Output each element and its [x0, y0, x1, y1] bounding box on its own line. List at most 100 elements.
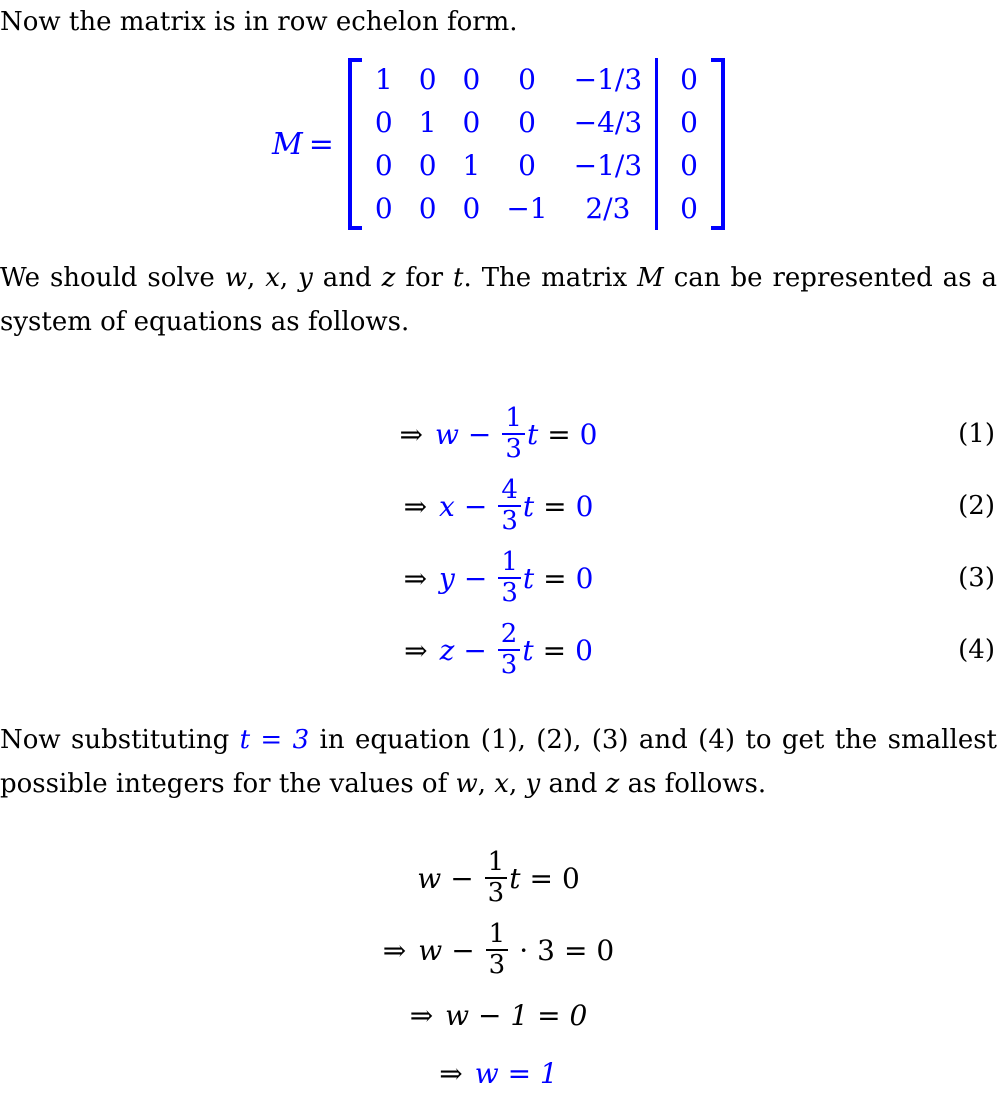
minus-operator: − — [467, 417, 492, 451]
matrix-augmented-cell: 0 — [655, 101, 711, 144]
equals-sign: = — [543, 489, 567, 523]
fraction: 1 3 — [485, 918, 509, 980]
matrix-cell: 0 — [518, 149, 536, 182]
equation-body: ⇒ y − 1 3 t = 0 — [403, 546, 594, 608]
matrix-cell: 0 — [374, 149, 393, 182]
equation-3: ⇒ y − 1 3 t = 0 (3) — [0, 542, 997, 614]
matrix-augmented-cell: 0 — [655, 187, 711, 230]
implies-arrow-icon: ⇒ — [399, 417, 423, 451]
text-segment: and — [540, 769, 606, 799]
text-segment: , — [477, 769, 495, 799]
implies-arrow-icon: ⇒ — [409, 998, 434, 1032]
equation-variable: z — [439, 633, 455, 667]
text-segment: as follows. — [619, 769, 767, 799]
variable-x: x — [265, 263, 280, 293]
equation-variable: y — [439, 561, 455, 595]
equation-body: ⇒ w − 1 3 t = 0 — [399, 402, 597, 464]
intro-paragraph: Now the matrix is in row echelon form. — [0, 7, 518, 37]
equals-sign: = — [542, 633, 567, 667]
fraction-numerator: 1 — [487, 846, 505, 877]
implies-arrow-icon: ⇒ — [382, 933, 407, 967]
variable-M: M — [637, 263, 664, 293]
text-segment: We should solve — [0, 263, 225, 293]
matrix-cell: 0 — [418, 63, 437, 96]
text-segment: Now substituting — [0, 725, 240, 755]
matrix-cell: 0 — [374, 192, 393, 225]
fraction-numerator: 1 — [505, 402, 522, 433]
matrix-cell: 0 — [462, 63, 481, 96]
document-page: Now the matrix is in row echelon form. M… — [0, 0, 997, 1090]
equation-body: w − 1 3 t = 0 — [417, 846, 580, 908]
fraction-denominator: 3 — [500, 650, 518, 680]
matrix-row: 0 0 0 −1 2/3 0 — [362, 187, 711, 230]
implies-arrow-icon: ⇒ — [403, 561, 428, 595]
text-segment: for — [395, 263, 454, 293]
matrix-cell: 1 — [418, 106, 437, 139]
fraction-denominator: 3 — [505, 434, 522, 464]
matrix-body: 1 0 0 0 −1/3 0 0 1 0 0 −4/3 0 0 0 1 0 −1… — [362, 58, 711, 230]
text-segment: . The matrix — [463, 263, 638, 293]
text-segment: and — [312, 263, 382, 293]
equation-rhs: 0 — [596, 933, 615, 967]
variable-z: z — [605, 769, 620, 799]
matrix-cell: 0 — [418, 149, 437, 182]
paragraph-solve-for-t: We should solve w, x, y and z for t. The… — [0, 256, 997, 344]
matrix-augmented-cell: 0 — [655, 144, 711, 187]
equals-sign: = — [547, 417, 571, 451]
minus-operator: − — [463, 489, 488, 523]
substitution-value: t = 3 — [239, 725, 310, 755]
variable-w: w — [224, 263, 247, 293]
text-segment: , — [508, 769, 526, 799]
final-result: w = 1 — [474, 1056, 558, 1090]
variable-w: w — [418, 933, 443, 967]
matrix-cell: 1 — [462, 149, 481, 182]
equation-rhs: 0 — [575, 489, 594, 523]
matrix-cell: −1/3 — [573, 63, 643, 96]
fraction: 1 3 — [498, 546, 521, 608]
matrix-augmented-cell: 0 — [655, 58, 711, 101]
implies-arrow-icon: ⇒ — [404, 633, 428, 667]
equation-tag: (2) — [958, 491, 995, 521]
fraction: 2 3 — [497, 620, 521, 680]
equation-tag: (1) — [958, 419, 995, 449]
matrix-cell: 0 — [374, 106, 393, 139]
derivation-line-2: ⇒ w − 1 3 · 3 = 0 — [0, 914, 997, 986]
variable-t: t — [509, 861, 521, 895]
matrix-cell: 0 — [418, 192, 437, 225]
fraction: 4 3 — [498, 474, 521, 536]
fraction-numerator: 1 — [488, 918, 506, 949]
matrix-cell: 0 — [462, 106, 481, 139]
minus-operator: − — [463, 561, 488, 595]
matrix-right-bracket — [710, 58, 725, 230]
variable-z: z — [381, 263, 396, 293]
equation-body: ⇒ z − 2 3 t = 0 — [404, 620, 593, 680]
derivation-line-1: w − 1 3 t = 0 — [0, 842, 997, 914]
matrix-cell: −4/3 — [573, 106, 643, 139]
fraction-denominator: 3 — [501, 506, 518, 536]
fraction: 1 3 — [502, 402, 525, 464]
multiplication-dot: · — [519, 933, 529, 967]
numbered-equation-list: ⇒ w − 1 3 t = 0 (1) ⇒ x − 4 3 t = 0 (2) … — [0, 398, 997, 686]
fraction-numerator: 1 — [501, 546, 518, 577]
equation-tag: (3) — [958, 563, 995, 593]
derivation-expression: w − 1 = 0 — [445, 998, 588, 1032]
equals-sign: = — [543, 561, 567, 595]
equation-rhs: 0 — [575, 633, 593, 667]
matrix-left-bracket — [347, 58, 362, 230]
variable-t: t — [526, 417, 539, 451]
variable-t: t — [522, 561, 535, 595]
equation-2: ⇒ x − 4 3 t = 0 (2) — [0, 470, 997, 542]
equation-rhs: 0 — [575, 561, 594, 595]
matrix-display: M = 1 0 0 0 −1/3 0 0 1 0 0 −4/3 0 0 0 1 … — [0, 58, 997, 230]
matrix-cell: 0 — [462, 192, 481, 225]
variable-w: w — [417, 861, 442, 895]
matrix-row: 0 0 1 0 −1/3 0 — [362, 144, 711, 187]
minus-operator: − — [450, 861, 474, 895]
fraction-numerator: 4 — [501, 474, 518, 505]
matrix-label: M — [272, 126, 303, 162]
variable-w: w — [455, 769, 478, 799]
matrix-cell: 1 — [374, 63, 393, 96]
matrix-cell: 0 — [518, 63, 536, 96]
equals-sign: = — [529, 861, 553, 895]
fraction-denominator: 3 — [501, 578, 518, 608]
